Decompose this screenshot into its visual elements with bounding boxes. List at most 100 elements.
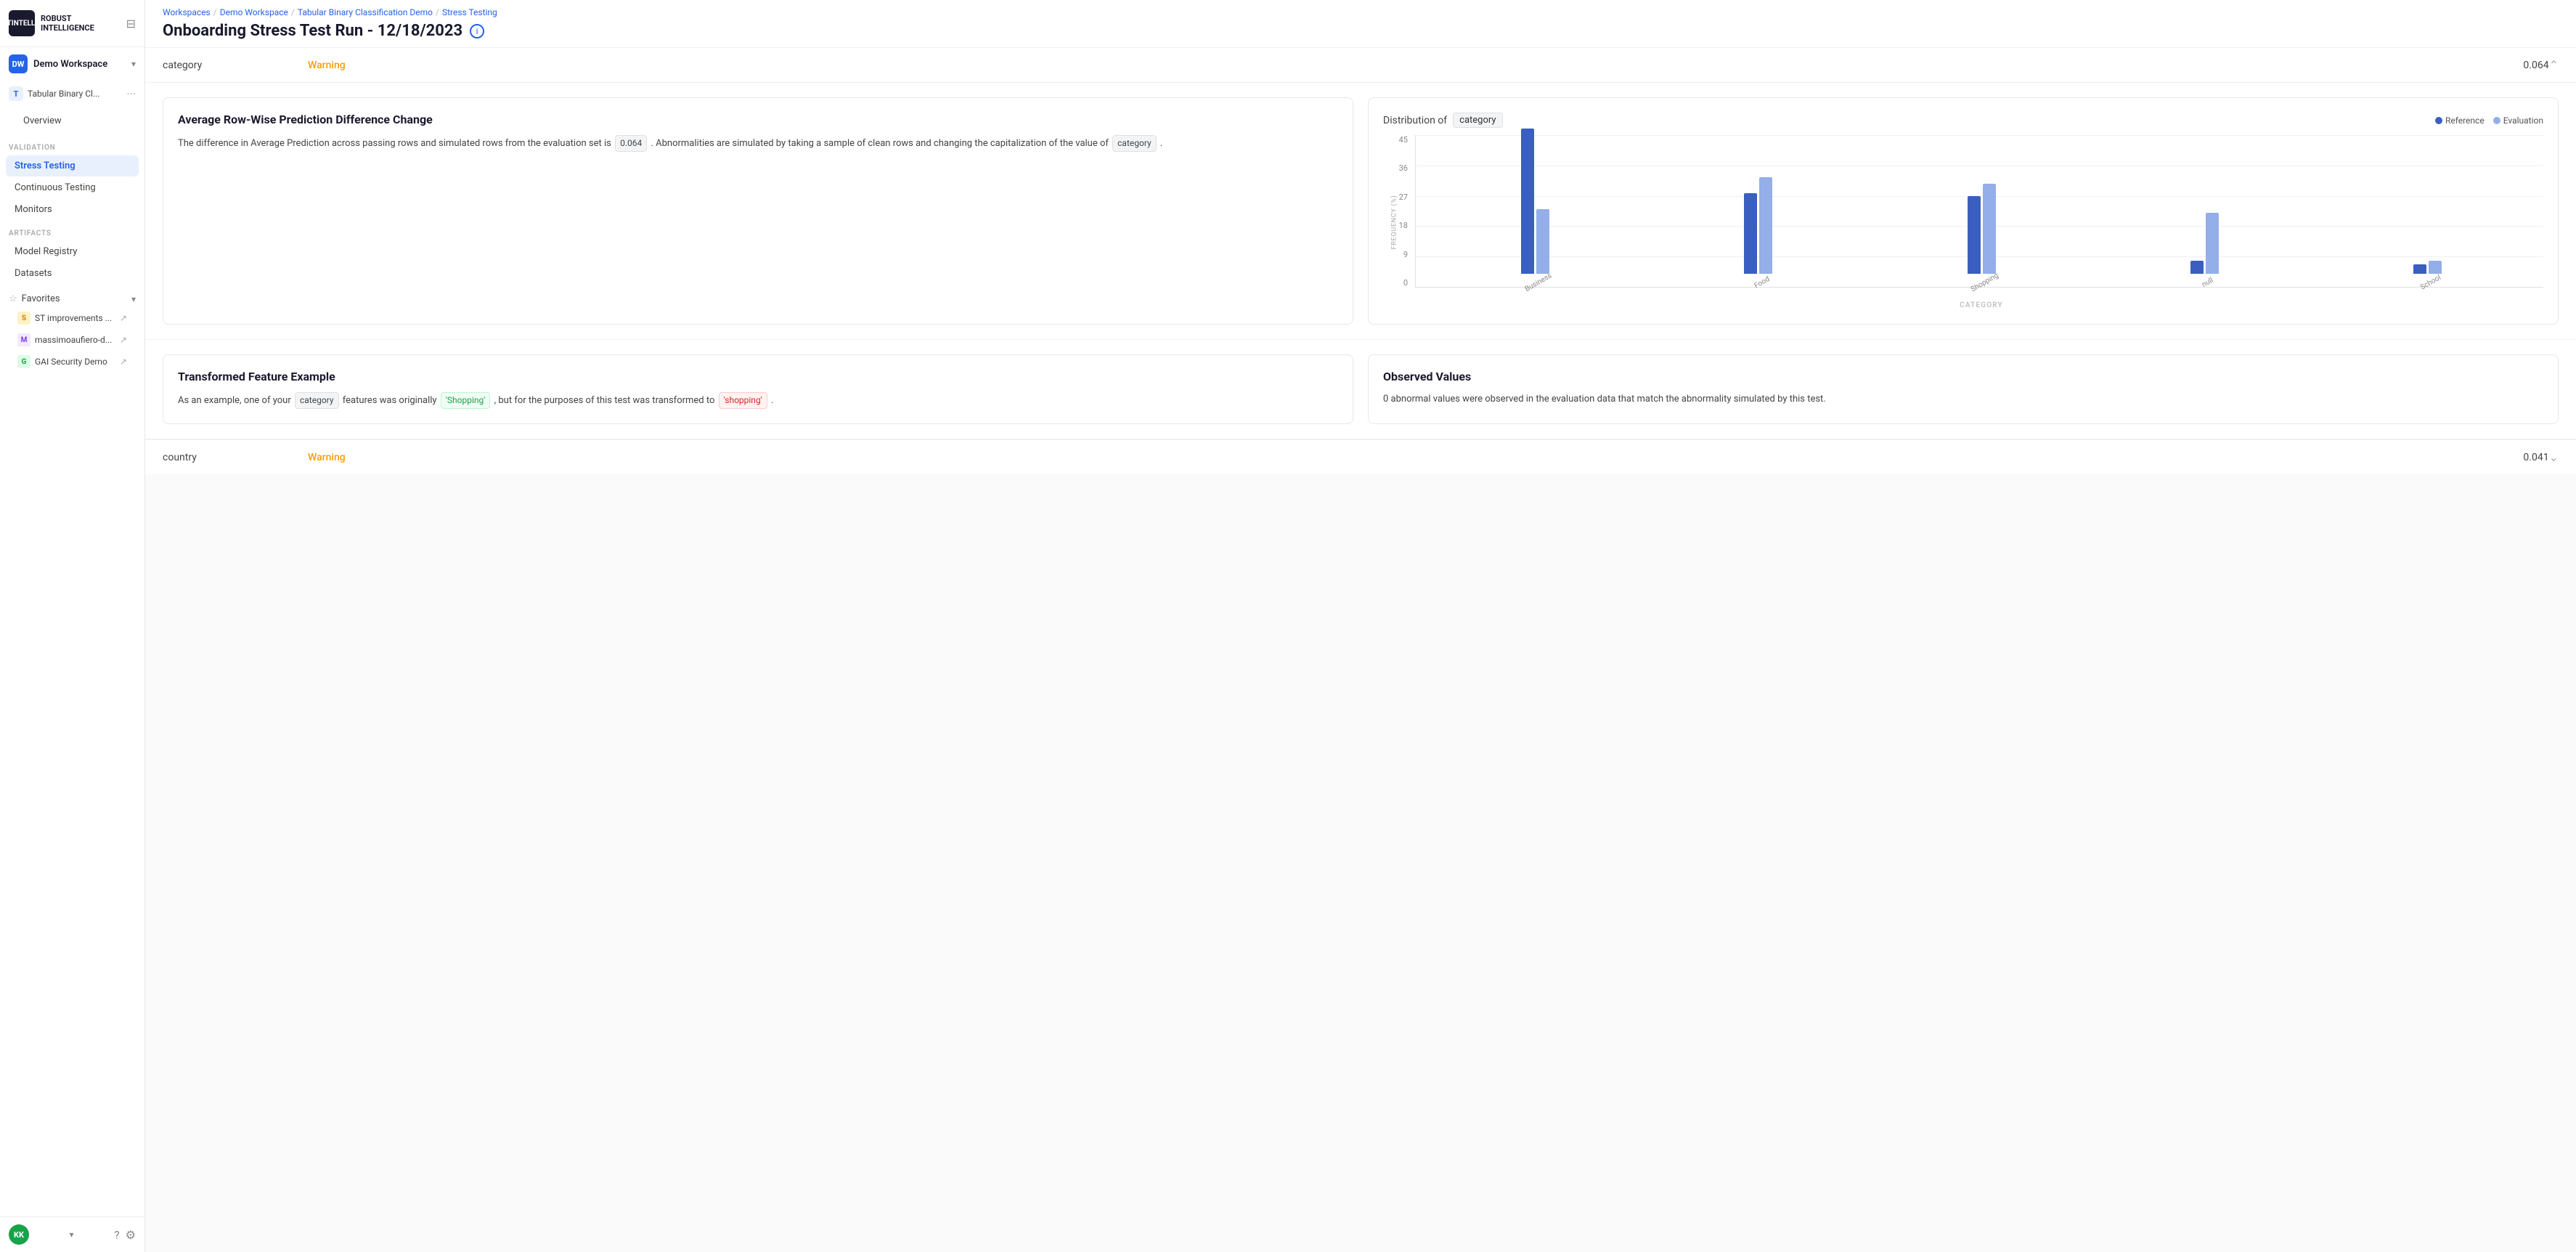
chart-feature-badge: category bbox=[1453, 113, 1502, 128]
workspace-selector[interactable]: DW Demo Workspace ▾ bbox=[0, 47, 144, 81]
breadcrumb-workspaces[interactable]: Workspaces bbox=[163, 7, 211, 17]
avg-row-wise-panel: Average Row-Wise Prediction Difference C… bbox=[163, 97, 1353, 325]
main-content: Workspaces / Demo Workspace / Tabular Bi… bbox=[145, 0, 2576, 1252]
distribution-chart-panel: Distribution of category Reference Evalu… bbox=[1368, 97, 2559, 325]
sidebar: ROBUST INTELLIGENCE ROBUSTINTELLIGENCE ⊟… bbox=[0, 0, 145, 1252]
breadcrumb-project[interactable]: Tabular Binary Classification Demo bbox=[298, 7, 433, 17]
lower-panel: Transformed Feature Example As an exampl… bbox=[145, 339, 2576, 439]
y-label-0: 0 bbox=[1403, 278, 1408, 288]
expanded-panel: Average Row-Wise Prediction Difference C… bbox=[145, 82, 2576, 339]
settings-icon[interactable]: ⚙ bbox=[126, 1228, 136, 1242]
bar-label-null: null bbox=[2199, 274, 2214, 289]
sidebar-toggle-icon[interactable]: ⊟ bbox=[126, 17, 136, 31]
category-row-header[interactable]: category Warning 0.064 ⌃ bbox=[145, 48, 2576, 82]
country-status-badge: Warning bbox=[308, 452, 2523, 463]
sidebar-item-monitors[interactable]: Monitors bbox=[6, 199, 139, 220]
bar-pair-school bbox=[2319, 261, 2536, 274]
fav-item-st[interactable]: S ST improvements ... ↗ bbox=[9, 307, 136, 329]
breadcrumb-demo-workspace[interactable]: Demo Workspace bbox=[220, 7, 288, 17]
observed-values-panel: Observed Values 0 abnormal values were o… bbox=[1368, 354, 2559, 424]
fav-letter-m: M bbox=[17, 333, 30, 346]
fav-link-st-icon[interactable]: ↗ bbox=[120, 313, 127, 323]
transformed-feature-desc: As an example, one of your category feat… bbox=[178, 392, 1338, 409]
sidebar-item-continuous-testing[interactable]: Continuous Testing bbox=[6, 177, 139, 198]
project-more-icon[interactable]: ··· bbox=[126, 87, 136, 101]
fav-letter-g: G bbox=[17, 355, 30, 368]
bar-null-ref bbox=[2190, 261, 2204, 274]
fav-link-m-icon[interactable]: ↗ bbox=[120, 335, 127, 345]
fav-item-m[interactable]: M massimoaufiero-d... ↗ bbox=[9, 329, 136, 351]
sidebar-item-overview[interactable]: Overview bbox=[15, 110, 130, 131]
content-area: category Warning 0.064 ⌃ Average Row-Wis… bbox=[145, 48, 2576, 1252]
country-row-header[interactable]: country Warning 0.041 ⌄ bbox=[145, 440, 2576, 474]
chart-header: Distribution of category Reference Evalu… bbox=[1383, 113, 2543, 128]
category-collapse-icon[interactable]: ⌃ bbox=[2549, 58, 2559, 72]
sidebar-item-datasets[interactable]: Datasets bbox=[6, 263, 139, 284]
bar-label-food: Food bbox=[1751, 272, 1771, 290]
x-axis-title: CATEGORY bbox=[1419, 301, 2543, 309]
y-label-18: 18 bbox=[1399, 221, 1408, 230]
bar-pair-food bbox=[1650, 177, 1867, 274]
legend-reference: Reference bbox=[2435, 115, 2485, 126]
bar-label-school: School bbox=[2418, 271, 2442, 291]
bar-school-ref bbox=[2413, 264, 2426, 274]
fav-link-g-icon[interactable]: ↗ bbox=[120, 357, 127, 367]
topbar: Workspaces / Demo Workspace / Tabular Bi… bbox=[145, 0, 2576, 48]
sidebar-item-stress-testing[interactable]: Stress Testing bbox=[6, 155, 139, 176]
bar-group-null: null bbox=[2096, 213, 2313, 288]
favorites-chevron-icon: ▾ bbox=[131, 294, 136, 304]
avg-row-wise-title: Average Row-Wise Prediction Difference C… bbox=[178, 113, 1338, 126]
bar-group-food: Food bbox=[1650, 177, 1867, 288]
bar-shopping-eval bbox=[1983, 184, 1996, 274]
tf-transformed-badge: 'shopping' bbox=[719, 392, 767, 409]
category-feature-label: category bbox=[163, 60, 308, 71]
fav-letter-s: S bbox=[17, 312, 30, 325]
favorites-header[interactable]: ☆ Favorites ▾ bbox=[9, 290, 136, 307]
bar-group-shopping: Shopping bbox=[1872, 184, 2090, 288]
logo-icon: ROBUST INTELLIGENCE bbox=[9, 10, 35, 36]
workspace-avatar: DW bbox=[9, 54, 28, 73]
observed-values-desc: 0 abnormal values were observed in the e… bbox=[1383, 392, 2543, 407]
favorites-section: ☆ Favorites ▾ S ST improvements ... ↗ M … bbox=[0, 285, 144, 375]
help-icon[interactable]: ? bbox=[114, 1228, 120, 1242]
y-label-9: 9 bbox=[1403, 250, 1408, 259]
bars-container: Business Food bbox=[1419, 135, 2543, 288]
bar-shopping-ref bbox=[1968, 196, 1981, 274]
workspace-chevron-icon: ▾ bbox=[131, 59, 136, 69]
country-row-card: country Warning 0.041 ⌄ bbox=[145, 439, 2576, 474]
fav-name-m: massimoaufiero-d... bbox=[35, 335, 115, 345]
bar-business-ref bbox=[1521, 129, 1534, 274]
transformed-feature-panel: Transformed Feature Example As an exampl… bbox=[163, 354, 1353, 424]
project-item[interactable]: T Tabular Binary Cl... ··· bbox=[0, 81, 144, 107]
fav-item-g[interactable]: G GAI Security Demo ↗ bbox=[9, 351, 136, 373]
sidebar-item-model-registry[interactable]: Model Registry bbox=[6, 241, 139, 262]
bar-pair-null bbox=[2096, 213, 2313, 274]
observed-values-title: Observed Values bbox=[1383, 370, 2543, 383]
bar-food-eval bbox=[1759, 177, 1772, 274]
country-expand-icon[interactable]: ⌄ bbox=[2549, 450, 2559, 464]
info-icon[interactable]: i bbox=[470, 24, 484, 38]
y-label-45: 45 bbox=[1399, 135, 1408, 145]
bar-null-eval bbox=[2206, 213, 2219, 274]
country-feature-label: country bbox=[163, 452, 308, 463]
user-chevron-icon[interactable]: ▾ bbox=[70, 1229, 74, 1240]
workspace-name: Demo Workspace bbox=[33, 59, 107, 70]
user-avatar: KK bbox=[9, 1224, 29, 1245]
chart-area: 45 36 27 18 9 0 FREQUENCY (%) bbox=[1383, 135, 2543, 309]
logo-area: ROBUST INTELLIGENCE ROBUSTINTELLIGENCE ⊟ bbox=[0, 0, 144, 47]
avg-score-badge: 0.064 bbox=[615, 135, 647, 152]
legend-evaluation: Evaluation bbox=[2493, 115, 2543, 126]
legend-reference-dot bbox=[2435, 117, 2442, 124]
avg-row-wise-desc: The difference in Average Prediction acr… bbox=[178, 135, 1338, 152]
fav-name-st: ST improvements ... bbox=[35, 313, 115, 323]
bar-group-business: Business bbox=[1427, 129, 1644, 288]
country-score: 0.041 bbox=[2523, 452, 2548, 463]
y-label-27: 27 bbox=[1399, 192, 1408, 202]
transformed-feature-title: Transformed Feature Example bbox=[178, 370, 1338, 383]
breadcrumb: Workspaces / Demo Workspace / Tabular Bi… bbox=[163, 7, 2559, 17]
bar-business-eval bbox=[1536, 209, 1549, 274]
bar-food-ref bbox=[1744, 193, 1757, 274]
tf-feature-badge: category bbox=[295, 392, 339, 409]
page-title-row: Onboarding Stress Test Run - 12/18/2023 … bbox=[163, 22, 2559, 47]
category-score: 0.064 bbox=[2523, 60, 2548, 71]
